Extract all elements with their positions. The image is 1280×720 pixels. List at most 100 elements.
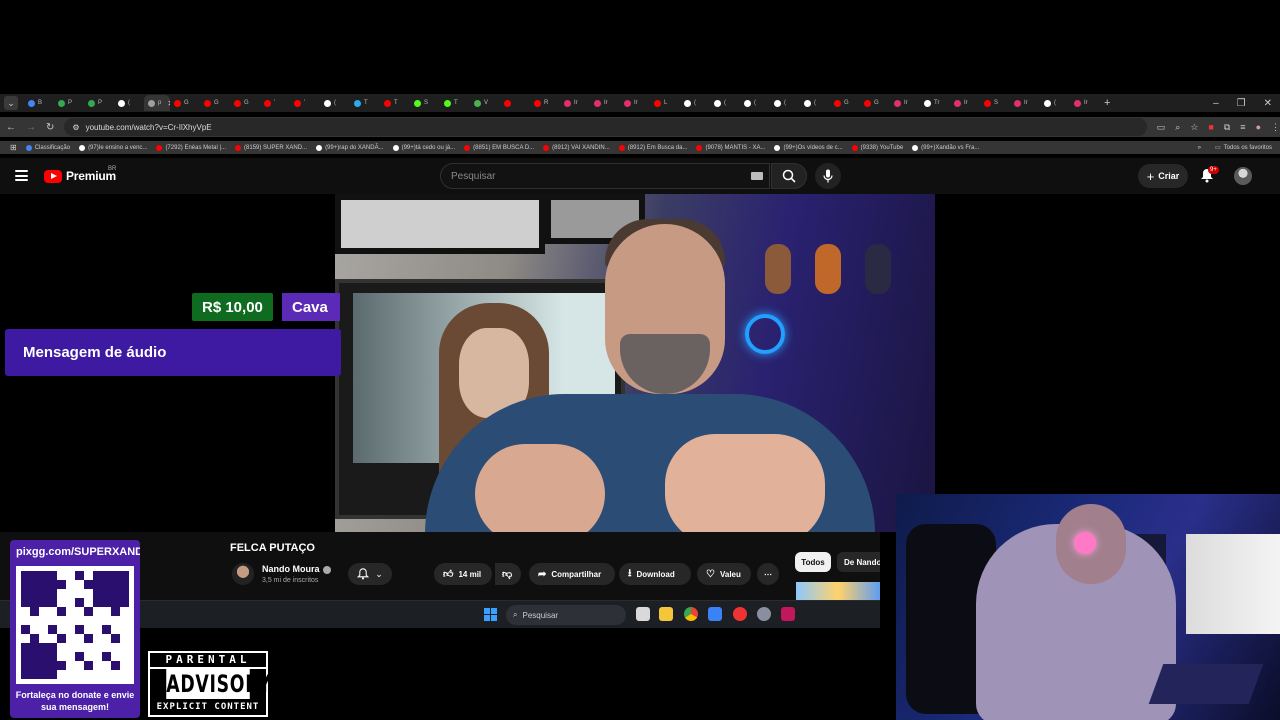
maximize-button[interactable]: ❐ <box>1237 98 1246 109</box>
all-favorites-folder[interactable]: ▭ Todos os favoritos <box>1215 144 1272 152</box>
bookmark-item[interactable]: (8851) EM BUSCA D... <box>464 144 534 151</box>
bookmark-item[interactable]: (99+)rap do XANDÃ... <box>316 144 384 151</box>
bookmark-item[interactable]: (97)Ie ensino a venc... <box>79 144 147 151</box>
browser-tab[interactable]: Tr <box>920 95 950 111</box>
back-icon[interactable]: ← <box>6 122 16 133</box>
browser-tab[interactable]: Ir <box>890 95 920 111</box>
browser-tab[interactable]: R <box>530 95 560 111</box>
thanks-button[interactable]: ♡ Valeu <box>697 563 751 585</box>
address-bar[interactable]: ⚙ youtube.com/watch?v=Cr-IlXhyVpE <box>64 118 1147 136</box>
task-view-icon[interactable] <box>636 607 650 621</box>
search-button[interactable] <box>771 163 807 189</box>
tab-search-button[interactable]: ⌄ <box>4 96 18 110</box>
browser-tab[interactable] <box>500 95 530 111</box>
browser-tab[interactable]: Ir <box>1010 95 1040 111</box>
account-avatar[interactable] <box>1234 167 1252 185</box>
keyboard-icon[interactable] <box>751 172 763 180</box>
search-input[interactable]: Pesquisar <box>440 163 770 189</box>
chrome-icon[interactable] <box>684 607 698 621</box>
browser-tab[interactable]: Ir <box>560 95 590 111</box>
youtube-logo[interactable]: Premium BR <box>44 166 116 183</box>
bookmark-item[interactable]: (7292) Enéas Metal |... <box>156 144 226 151</box>
settings-icon[interactable] <box>757 607 771 621</box>
windows-start-icon[interactable] <box>484 608 497 621</box>
site-info-icon[interactable]: ⚙ <box>72 123 79 132</box>
browser-tab[interactable]: G <box>830 95 860 111</box>
video-player[interactable] <box>335 194 935 532</box>
streaming-app-icon[interactable] <box>781 607 795 621</box>
app-icon[interactable] <box>733 607 747 621</box>
share-button[interactable]: ➦ Compartilhar <box>529 563 615 585</box>
browser-tab[interactable]: G <box>170 95 200 111</box>
browser-tab[interactable]: ( <box>770 95 800 111</box>
browser-tab[interactable]: S <box>410 95 440 111</box>
voice-search-button[interactable] <box>815 163 841 189</box>
channel-avatar[interactable] <box>232 563 254 585</box>
download-button[interactable]: ⭳ Download <box>619 563 691 585</box>
new-tab-button[interactable]: + <box>1104 97 1110 109</box>
browser-tab[interactable]: P <box>54 95 84 111</box>
browser-tab[interactable]: ' <box>260 95 290 111</box>
apps-icon[interactable]: ⊞ <box>10 143 17 152</box>
browser-tab[interactable]: ( <box>800 95 830 111</box>
bookmark-item[interactable]: (99+)Xandão vs Fra... <box>912 144 979 151</box>
browser-tab[interactable]: Ir <box>1070 95 1100 111</box>
browser-tab[interactable]: ( <box>680 95 710 111</box>
browser-tab[interactable]: V <box>470 95 500 111</box>
browser-tab[interactable]: ( <box>320 95 350 111</box>
browser-tab[interactable]: ' <box>290 95 320 111</box>
browser-tab[interactable]: G <box>230 95 260 111</box>
bookmark-item[interactable]: (9078) MANTIS - XA... <box>696 144 765 151</box>
bookmark-star-icon[interactable]: ☆ <box>1190 122 1198 133</box>
browser-tab[interactable]: T <box>440 95 470 111</box>
browser-tab[interactable]: ( <box>114 95 144 111</box>
bookmark-item[interactable]: (9338) YouTube <box>851 144 903 151</box>
app-icon[interactable] <box>708 607 722 621</box>
zoom-icon[interactable]: ⌕ <box>1175 122 1180 133</box>
channel-name-link[interactable]: Nando Moura <box>262 564 331 574</box>
browser-tab[interactable]: G <box>200 95 230 111</box>
browser-tab[interactable]: P <box>84 95 114 111</box>
create-button[interactable]: + Criar <box>1138 164 1188 188</box>
browser-tab[interactable]: L <box>650 95 680 111</box>
browser-tab[interactable]: T <box>350 95 380 111</box>
browser-tab[interactable]: G <box>860 95 890 111</box>
reload-icon[interactable]: ↻ <box>46 122 54 133</box>
browser-tab[interactable]: Ir <box>950 95 980 111</box>
browser-tab[interactable]: Ir <box>590 95 620 111</box>
minimize-button[interactable]: – <box>1213 98 1219 109</box>
bookmark-item[interactable]: (8912) VAI XANDIN... <box>543 144 610 151</box>
file-explorer-icon[interactable] <box>659 607 673 621</box>
guide-menu-icon[interactable] <box>15 170 28 181</box>
subscribed-notifications-button[interactable]: ⌄ <box>348 563 392 585</box>
close-window-button[interactable]: ✕ <box>1264 98 1272 109</box>
bookmark-item[interactable]: (8912) Em Busca da... <box>618 144 687 151</box>
more-actions-button[interactable]: ⋯ <box>757 563 779 585</box>
profile-icon[interactable]: ● <box>1256 122 1261 133</box>
browser-tab[interactable]: S <box>980 95 1010 111</box>
cast-icon[interactable]: ▭ <box>1157 122 1166 133</box>
bookmark-item[interactable]: (99+)tá cedo ou já... <box>392 144 455 151</box>
forward-icon[interactable]: → <box>26 122 36 133</box>
chip-all[interactable]: Todos <box>795 552 831 572</box>
browser-tab[interactable]: ( <box>1040 95 1070 111</box>
bookmark-item[interactable]: (8159) SUPER XAND... <box>235 144 307 151</box>
bookmark-item[interactable]: Classificação <box>25 144 70 151</box>
browser-tab[interactable]: T <box>380 95 410 111</box>
extensions-icon[interactable]: ⧉ <box>1224 122 1230 133</box>
extension-red-icon[interactable]: ■ <box>1208 122 1213 133</box>
bookmark-item[interactable]: (99+)Os vídeos de c... <box>774 144 843 151</box>
more-icon[interactable]: ⋮ <box>1271 122 1280 133</box>
browser-tab[interactable]: B <box>24 95 54 111</box>
browser-tab[interactable]: Ir <box>620 95 650 111</box>
bookmarks-overflow-icon[interactable]: » <box>1198 145 1201 151</box>
dislike-button[interactable]: 👎︎ <box>495 563 521 585</box>
chip-from-channel[interactable]: De Nando <box>837 552 880 572</box>
menu-icon[interactable]: ≡ <box>1240 122 1245 133</box>
related-video-thumbnail[interactable] <box>796 582 880 602</box>
browser-tab[interactable]: p✕ <box>144 95 170 111</box>
taskbar-search-input[interactable]: ⌕ Pesquisar <box>506 605 626 625</box>
like-button[interactable]: 👍︎ 14 mil <box>434 563 492 585</box>
browser-tab[interactable]: ( <box>710 95 740 111</box>
browser-tab[interactable]: ( <box>740 95 770 111</box>
